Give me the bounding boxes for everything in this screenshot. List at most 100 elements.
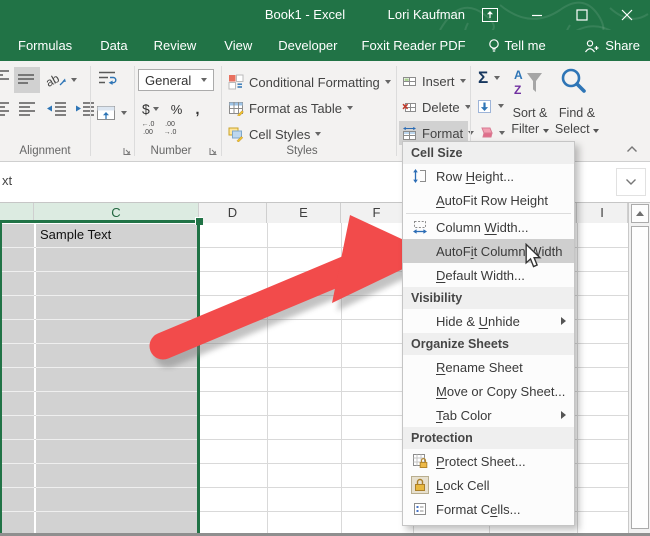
menu-section-cell-size: Cell Size: [403, 142, 574, 164]
orientation-button[interactable]: ab: [46, 68, 77, 92]
menu-item-tab-color[interactable]: Tab Color: [403, 403, 574, 427]
vertical-scrollbar[interactable]: [628, 203, 650, 533]
close-button[interactable]: [610, 0, 644, 30]
format-button-icon: [402, 126, 417, 141]
sort-filter-label-2: Filter: [511, 122, 539, 136]
lock-cell-icon: [403, 476, 436, 494]
autosum-button[interactable]: Σ: [478, 66, 500, 90]
currency-caret[interactable]: [153, 107, 159, 111]
tab-label: Share: [605, 38, 640, 53]
insert-button[interactable]: Insert: [399, 69, 468, 93]
tab-view[interactable]: View: [224, 38, 252, 53]
percent-button[interactable]: %: [171, 102, 183, 117]
minimize-button[interactable]: [520, 0, 554, 30]
number-format-caret: [201, 78, 207, 82]
tab-foxit-reader-pdf[interactable]: Foxit Reader PDF: [362, 38, 466, 53]
menu-item-label: Row Height...: [436, 169, 514, 184]
tab-data[interactable]: Data: [100, 38, 127, 53]
menu-item-column-width[interactable]: Column Width...: [403, 215, 574, 239]
wrap-text-button[interactable]: [97, 69, 117, 87]
menu-item-lock-cell[interactable]: Lock Cell: [403, 473, 574, 497]
dropdown-caret: [460, 79, 466, 83]
selected-column-b-partial[interactable]: [0, 224, 34, 533]
menu-item-rename-sheet[interactable]: Rename Sheet: [403, 355, 574, 379]
tab-share[interactable]: Share: [584, 38, 640, 53]
formula-bar-expand-button[interactable]: [616, 168, 646, 196]
scrollbar-thumb[interactable]: [631, 226, 649, 529]
formula-bar-text-fragment: xt: [2, 173, 12, 188]
align-center-icon[interactable]: [18, 101, 38, 116]
selected-column-c[interactable]: [36, 224, 197, 533]
menu-item-format-cells[interactable]: Format Cells...: [403, 497, 574, 521]
conditional-formatting-icon: [228, 74, 244, 90]
menu-item-default-width[interactable]: Default Width...: [403, 263, 574, 287]
dropdown-caret: [385, 80, 391, 84]
increase-decimal-button[interactable]: ←.0.00: [138, 121, 158, 136]
ribbon-tab-row: Formulas Data Review View Developer Foxit Rea…: [0, 30, 650, 61]
submenu-arrow-icon: [561, 317, 566, 325]
selection-border-right: [197, 223, 200, 533]
alignment-dialog-launcher[interactable]: [123, 147, 132, 156]
maximize-button[interactable]: [565, 0, 599, 30]
excel-window: Book1 - Excel Lori Kaufman Formulas Data R…: [0, 0, 650, 536]
align-middle-icon[interactable]: [14, 67, 40, 93]
tab-label: Tell me: [505, 38, 546, 53]
format-dropdown-menu: Cell Size Row Height... AutoFit Row Height…: [402, 141, 575, 526]
row-height-icon: [403, 168, 436, 184]
decrease-indent-icon[interactable]: [46, 101, 67, 116]
sort-filter-caret: [543, 129, 549, 133]
format-as-table-button[interactable]: Format as Table: [228, 96, 353, 120]
tab-tell-me[interactable]: Tell me: [488, 38, 546, 54]
column-header-e[interactable]: E: [267, 203, 341, 223]
tab-label: Foxit Reader PDF: [362, 38, 466, 53]
menu-item-label: Format Cells...: [436, 502, 521, 517]
tab-label: Review: [154, 38, 197, 53]
tab-review[interactable]: Review: [154, 38, 197, 53]
title-bar: Book1 - Excel Lori Kaufman: [0, 0, 650, 30]
align-left-icon[interactable]: [0, 101, 12, 116]
menu-item-autofit-row-height[interactable]: AutoFit Row Height: [403, 188, 574, 212]
selection-handle[interactable]: [195, 217, 203, 225]
button-label: Delete: [422, 100, 460, 115]
tab-developer[interactable]: Developer: [278, 38, 337, 53]
number-format-combobox[interactable]: General: [138, 69, 214, 91]
increase-indent-icon[interactable]: [74, 101, 95, 116]
scroll-up-button[interactable]: [631, 204, 649, 223]
column-header-i[interactable]: I: [577, 203, 628, 223]
merge-center-button[interactable]: [96, 101, 127, 125]
dropdown-caret: [315, 132, 321, 136]
svg-text:Z: Z: [514, 83, 521, 97]
menu-item-hide-unhide[interactable]: Hide & Unhide: [403, 309, 574, 333]
autosum-sigma: Σ: [478, 68, 488, 88]
tab-formulas[interactable]: Formulas: [18, 38, 72, 53]
menu-item-label: Move or Copy Sheet...: [436, 384, 565, 399]
comma-style-button[interactable]: ,: [195, 101, 199, 118]
menu-item-autofit-column-width[interactable]: AutoFit Column Width: [403, 239, 574, 263]
menu-item-protect-sheet[interactable]: Protect Sheet...: [403, 449, 574, 473]
sort-filter-icon: AZ: [512, 66, 544, 98]
tab-label: View: [224, 38, 252, 53]
menu-section-protection: Protection: [403, 427, 574, 449]
collapse-ribbon-button[interactable]: [626, 145, 638, 153]
decrease-decimal-button[interactable]: .00→.0: [160, 121, 180, 136]
number-dialog-launcher[interactable]: [209, 147, 218, 156]
fill-button[interactable]: [477, 94, 504, 118]
menu-section-organize-sheets: Organize Sheets: [403, 333, 574, 355]
sort-filter-label-1: Sort &: [506, 105, 554, 121]
menu-item-row-height[interactable]: Row Height...: [403, 164, 574, 188]
currency-button[interactable]: $: [142, 101, 150, 117]
delete-button[interactable]: Delete: [399, 95, 468, 119]
delete-cells-icon: [402, 100, 417, 115]
cell-styles-button[interactable]: Cell Styles: [228, 122, 321, 146]
sort-filter-button[interactable]: Sort & Filter: [506, 105, 554, 137]
menu-item-label: Column Width...: [436, 220, 529, 235]
ribbon-display-options-icon[interactable]: [473, 0, 507, 30]
column-header-d[interactable]: D: [199, 203, 267, 223]
insert-cells-icon: [402, 74, 417, 89]
menu-separator: [406, 213, 571, 214]
align-top-icon[interactable]: [0, 69, 12, 84]
menu-item-move-or-copy-sheet[interactable]: Move or Copy Sheet...: [403, 379, 574, 403]
find-select-button[interactable]: Find & Select: [552, 105, 602, 137]
conditional-formatting-button[interactable]: Conditional Formatting: [228, 70, 391, 94]
svg-text:A: A: [514, 68, 523, 82]
